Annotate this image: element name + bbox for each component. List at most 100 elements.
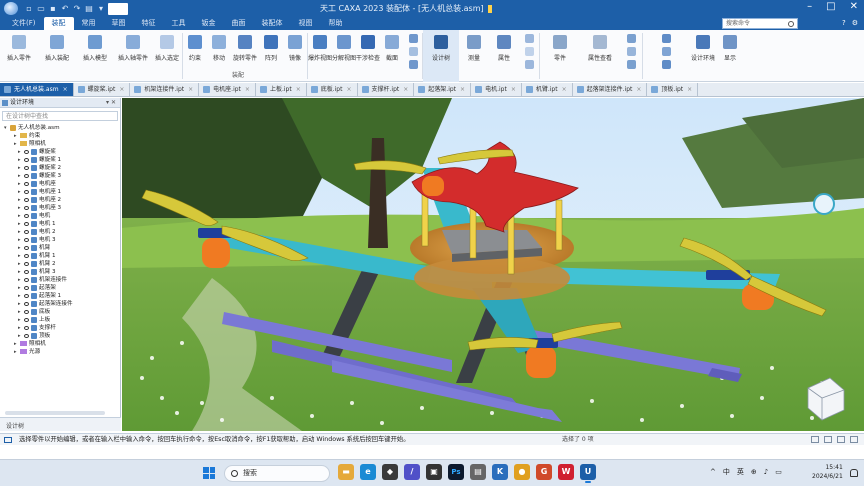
tree-item[interactable]: ▸ 起落架	[0, 284, 120, 292]
ribbon-button-environment[interactable]: 设计环境	[689, 30, 717, 82]
app-icon[interactable]: ◆	[382, 464, 398, 480]
menu-item-help[interactable]: 帮助	[321, 17, 351, 30]
close-tab-icon[interactable]: ×	[346, 86, 351, 93]
tree-folder[interactable]: ▸ 光源	[0, 348, 120, 356]
new-icon[interactable]: ▫	[24, 4, 34, 14]
tree-item[interactable]: ▸ 机臂 3	[0, 268, 120, 276]
close-tab-icon[interactable]: ×	[403, 86, 408, 93]
tree-item[interactable]: ▸ 电机座	[0, 180, 120, 188]
snap-toggle-icon[interactable]	[837, 436, 845, 443]
tree-item[interactable]: ▸ 电机座 1	[0, 188, 120, 196]
quick-select-box[interactable]	[108, 2, 128, 15]
menu-item-common[interactable]: 常用	[74, 17, 104, 30]
visibility-icon[interactable]	[24, 269, 29, 274]
tree-item[interactable]: ▸ 电机座 2	[0, 196, 120, 204]
visibility-icon[interactable]	[24, 165, 29, 170]
tree-folder[interactable]: ▸ 约束	[0, 132, 120, 140]
app-icon[interactable]: G	[536, 464, 552, 480]
doc-tab-7[interactable]: 起落架.ipt ×	[414, 83, 472, 96]
doc-tab-1[interactable]: 螺旋桨.ipt ×	[74, 83, 131, 96]
doc-tab-8[interactable]: 电机.ipt ×	[471, 83, 522, 96]
menu-item-sheetmetal[interactable]: 钣金	[194, 17, 224, 30]
tree-item[interactable]: ▸ 顶板	[0, 332, 120, 340]
network-icon[interactable]: ⊕	[751, 468, 757, 476]
ribbon-button-display[interactable]: 显示	[717, 30, 743, 82]
app-icon[interactable]: ▣	[426, 464, 442, 480]
clock[interactable]: 15:41 2024/6/21	[812, 463, 843, 481]
ribbon-button-interference[interactable]: 干涉检查	[356, 30, 380, 82]
tree-item[interactable]: ▸ 电机	[0, 212, 120, 220]
tree-item[interactable]: ▸ 螺旋桨 1	[0, 156, 120, 164]
ime-icon[interactable]: 中	[723, 467, 730, 477]
ps-icon[interactable]: Ps	[448, 464, 464, 480]
menu-item-surface[interactable]: 曲面	[224, 17, 254, 30]
visibility-icon[interactable]	[24, 317, 29, 322]
wps-icon[interactable]: W	[558, 464, 574, 480]
doc-tab-3[interactable]: 电机座.ipt ×	[199, 83, 256, 96]
design-tree-tab[interactable]: 设计树	[6, 421, 24, 430]
file-explorer-icon[interactable]: ▬	[338, 464, 354, 480]
tree-item[interactable]: ▸ 螺旋桨 2	[0, 164, 120, 172]
visibility-icon[interactable]	[24, 333, 29, 338]
ribbon-button-explode[interactable]: 爆炸视图	[308, 30, 332, 82]
doc-tab-10[interactable]: 起落架连接件.ipt ×	[573, 83, 648, 96]
ribbon-button-part[interactable]: 零件	[540, 30, 580, 82]
menu-item-assembly-body[interactable]: 装配体	[254, 17, 291, 30]
ribbon-button-section[interactable]: 截面	[380, 30, 404, 82]
horizontal-scrollbar[interactable]	[5, 411, 105, 415]
doc-tab-6[interactable]: 支撑杆.ipt ×	[358, 83, 415, 96]
visibility-icon[interactable]	[24, 261, 29, 266]
tree-folder[interactable]: ▸ 照相机	[0, 140, 120, 148]
taskbar-search-input[interactable]: 搜索	[224, 465, 330, 482]
ribbon-button-array[interactable]: 阵列	[259, 30, 283, 82]
menu-item-tools[interactable]: 工具	[164, 17, 194, 30]
close-tab-icon[interactable]: ×	[636, 86, 641, 93]
visibility-icon[interactable]	[24, 205, 29, 210]
visibility-icon[interactable]	[24, 253, 29, 258]
doc-tab-4[interactable]: 上板.ipt ×	[256, 83, 307, 96]
ribbon-button-constraint[interactable]: 约束	[183, 30, 207, 82]
battery-icon[interactable]: ▭	[775, 468, 782, 476]
tree-item[interactable]: ▸ 上板	[0, 316, 120, 324]
maximize-icon[interactable]: □	[826, 1, 835, 12]
ribbon-button-design-tree[interactable]: 设计树	[423, 30, 459, 82]
close-tab-icon[interactable]: ×	[687, 86, 692, 93]
print-icon[interactable]: ▤	[84, 4, 94, 14]
ribbon-button-move[interactable]: 移动	[207, 30, 231, 82]
visibility-icon[interactable]	[24, 277, 29, 282]
visibility-icon[interactable]	[24, 213, 29, 218]
ime-mode-icon[interactable]: 英	[737, 467, 744, 477]
tree-item[interactable]: ▸ 机架连接件	[0, 276, 120, 284]
ribbon-button-decompose[interactable]: 分解视图	[332, 30, 356, 82]
ribbon-button-view-tools[interactable]	[643, 30, 689, 82]
visibility-icon[interactable]	[24, 285, 29, 290]
visibility-icon[interactable]	[24, 325, 29, 330]
tree-item[interactable]: ▸ 电机 3	[0, 236, 120, 244]
ribbon-button-property[interactable]: 属性	[489, 30, 519, 82]
tree-item[interactable]: ▸ 支撑杆	[0, 324, 120, 332]
visibility-icon[interactable]	[24, 149, 29, 154]
visibility-icon[interactable]	[24, 189, 29, 194]
tree-item[interactable]: ▸ 底板	[0, 308, 120, 316]
tree-search-input[interactable]: 在设计树中查找	[2, 111, 118, 121]
app-icon[interactable]: ▤	[470, 464, 486, 480]
tree-item[interactable]: ▸ 起落架连接件	[0, 300, 120, 308]
tree-item[interactable]: ▸ 机臂 1	[0, 252, 120, 260]
layout-icon[interactable]	[811, 436, 819, 443]
tree-folder[interactable]: ▸ 照相机	[0, 340, 120, 348]
ribbon-button-insert-assembly[interactable]: 插入装配	[38, 30, 76, 82]
open-icon[interactable]: ▭	[36, 4, 46, 14]
ribbon-button-insert-model[interactable]: 插入模型	[76, 30, 114, 82]
tree-item[interactable]: ▸ 机臂	[0, 244, 120, 252]
app-icon[interactable]: /	[404, 464, 420, 480]
visibility-icon[interactable]	[24, 221, 29, 226]
command-search-input[interactable]: 搜索命令	[722, 18, 798, 29]
ribbon-button-measure[interactable]: 测量	[459, 30, 489, 82]
menu-item-sketch[interactable]: 草图	[104, 17, 134, 30]
grid-toggle-icon[interactable]	[824, 436, 832, 443]
ribbon-button-mirror[interactable]: 镜像	[283, 30, 307, 82]
help-icon[interactable]: ?	[842, 19, 846, 27]
visibility-icon[interactable]	[24, 245, 29, 250]
visibility-icon[interactable]	[24, 173, 29, 178]
menu-item-feature[interactable]: 特征	[134, 17, 164, 30]
